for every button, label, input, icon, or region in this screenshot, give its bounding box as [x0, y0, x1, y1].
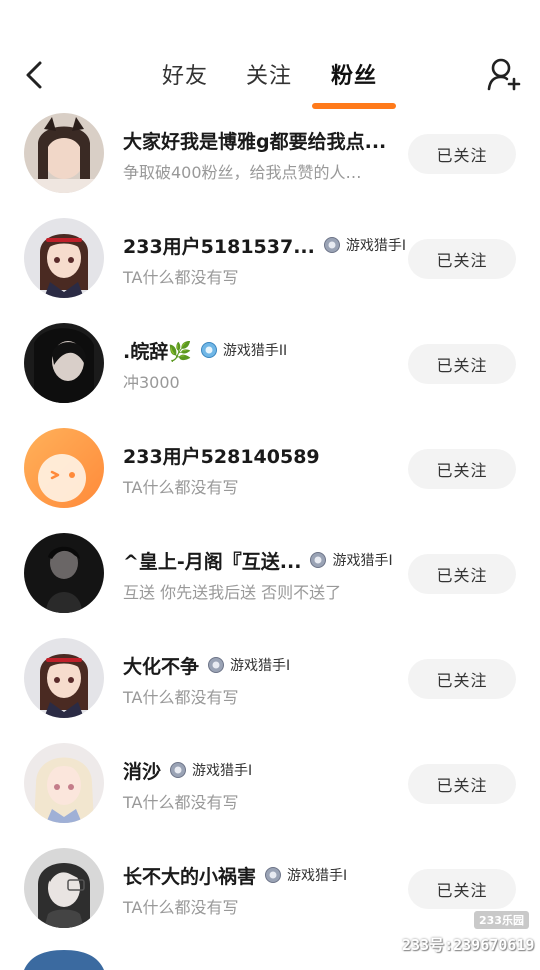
badge-label: 游戏猎手I	[287, 868, 348, 884]
level-badge: 游戏猎手II	[200, 340, 287, 360]
user-name: 233用户528140589	[123, 445, 320, 468]
following-button[interactable]: 已关注	[408, 134, 516, 174]
level-badge: 游戏猎手I	[207, 655, 290, 675]
user-name: 消沙	[123, 760, 162, 783]
badge-label: 游戏猎手II	[222, 343, 288, 359]
level-badge: 游戏猎手I	[264, 865, 347, 885]
following-button[interactable]: 已关注	[408, 239, 516, 279]
avatar[interactable]	[24, 743, 104, 823]
list-item[interactable]: 233用户5181537... 游戏猎手I TA什么都没有写 已关注	[0, 217, 540, 322]
level-badge: 游戏猎手I	[323, 235, 406, 255]
hunter-badge-icon	[208, 657, 225, 673]
user-name: .皖辞🌿	[123, 340, 192, 363]
tab-bar: 好友 关注 粉丝	[0, 0, 540, 112]
badge-label: 游戏猎手I	[192, 763, 253, 779]
user-signature: TA什么都没有写	[123, 898, 239, 917]
tab-following[interactable]: 关注	[246, 58, 292, 90]
avatar[interactable]	[24, 638, 104, 718]
hunter-badge-icon	[265, 867, 282, 883]
user-name: 233用户5181537...	[123, 235, 315, 258]
list-item[interactable]: 大化不争 游戏猎手I TA什么都没有写 已关注	[0, 637, 540, 742]
user-name: 大化不争	[123, 655, 200, 678]
badge-label: 游戏猎手I	[332, 553, 393, 569]
tab-friends[interactable]: 好友	[162, 58, 208, 90]
tab-fans[interactable]: 粉丝	[331, 58, 377, 90]
following-button[interactable]: 已关注	[408, 344, 516, 384]
name-line: 233用户5181537... 游戏猎手I	[123, 231, 406, 259]
following-button[interactable]: 已关注	[408, 869, 516, 909]
hunter-badge-icon	[310, 552, 327, 568]
watermark-id: 233号:239670619	[402, 936, 535, 954]
avatar[interactable]	[24, 428, 104, 508]
user-signature: 争取破400粉丝，给我点赞的人…	[123, 163, 362, 182]
avatar[interactable]	[24, 533, 104, 613]
name-line: 大化不争 游戏猎手I	[123, 651, 290, 679]
user-signature: 互送 你先送我后送 否则不送了	[123, 583, 342, 602]
user-signature: TA什么都没有写	[123, 268, 239, 287]
hunter-badge-icon	[200, 342, 217, 358]
name-line: .皖辞🌿 游戏猎手II	[123, 336, 287, 364]
avatar[interactable]	[24, 323, 104, 403]
add-friend-icon[interactable]	[486, 56, 522, 92]
user-signature: TA什么都没有写	[123, 793, 239, 812]
hunter-badge-icon	[170, 762, 187, 778]
name-line: ^皇上-月阁『互送... 游戏猎手I	[123, 546, 393, 574]
list-item[interactable]: .皖辞🌿 游戏猎手II 冲3000 已关注	[0, 322, 540, 427]
list-item[interactable]: 大家好我是博雅g都要给我点... 争取破400粉丝，给我点赞的人… 已关注	[0, 112, 540, 217]
user-signature: TA什么都没有写	[123, 478, 239, 497]
user-name: ^皇上-月阁『互送...	[123, 550, 302, 573]
list-item[interactable]: 233用户528140589 TA什么都没有写 已关注	[0, 427, 540, 532]
next-avatar-partial[interactable]	[24, 950, 104, 970]
name-line: 消沙 游戏猎手I	[123, 756, 252, 784]
list-item[interactable]: 消沙 游戏猎手I TA什么都没有写 已关注	[0, 742, 540, 847]
top-bar: 好友 关注 粉丝	[0, 0, 540, 112]
user-signature: TA什么都没有写	[123, 688, 239, 707]
avatar[interactable]	[24, 113, 104, 193]
following-button[interactable]: 已关注	[408, 659, 516, 699]
list-item[interactable]: ^皇上-月阁『互送... 游戏猎手I 互送 你先送我后送 否则不送了 已关注	[0, 532, 540, 637]
badge-label: 游戏猎手I	[230, 658, 291, 674]
hunter-badge-icon	[323, 237, 340, 253]
active-tab-indicator	[312, 103, 396, 109]
avatar[interactable]	[24, 218, 104, 298]
level-badge: 游戏猎手I	[309, 550, 393, 570]
follower-list: 大家好我是博雅g都要给我点... 争取破400粉丝，给我点赞的人… 已关注 23…	[0, 112, 540, 970]
watermark-logo: 233乐园	[474, 911, 529, 929]
avatar[interactable]	[24, 848, 104, 928]
name-line: 长不大的小祸害 游戏猎手I	[123, 861, 347, 889]
following-button[interactable]: 已关注	[408, 554, 516, 594]
name-line: 233用户528140589	[123, 441, 320, 469]
name-line: 大家好我是博雅g都要给我点...	[123, 126, 386, 154]
user-signature: 冲3000	[123, 373, 180, 392]
following-button[interactable]: 已关注	[408, 449, 516, 489]
user-name: 大家好我是博雅g都要给我点...	[123, 130, 387, 153]
user-name: 长不大的小祸害	[123, 865, 257, 888]
level-badge: 游戏猎手I	[169, 760, 252, 780]
badge-label: 游戏猎手I	[345, 238, 406, 254]
following-button[interactable]: 已关注	[408, 764, 516, 804]
